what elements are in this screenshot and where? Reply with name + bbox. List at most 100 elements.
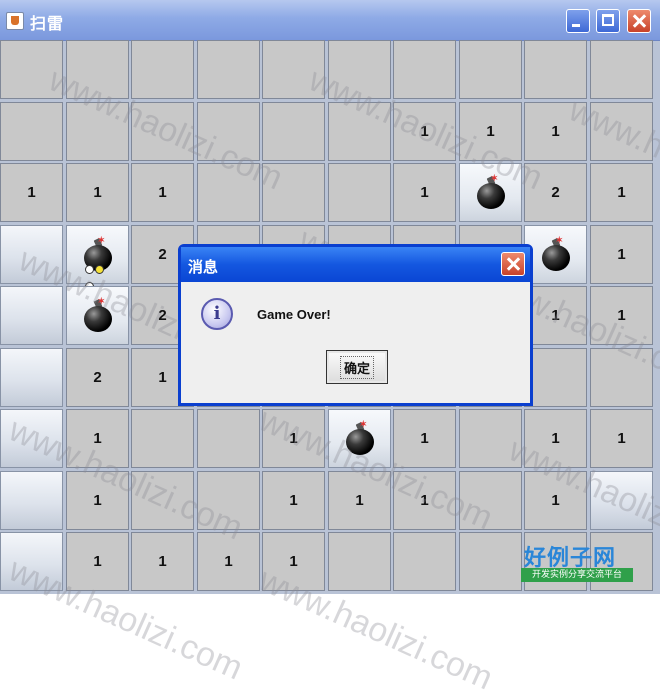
cell-number: 2	[551, 184, 560, 201]
empty-cell[interactable]	[131, 102, 194, 161]
covered-cell[interactable]	[0, 409, 63, 468]
covered-cell[interactable]	[0, 286, 63, 345]
empty-cell[interactable]	[328, 532, 391, 591]
close-button[interactable]	[627, 9, 651, 33]
number-cell[interactable]: 1	[459, 102, 522, 161]
title-bar[interactable]: 扫雷	[0, 0, 660, 41]
empty-cell[interactable]	[459, 409, 522, 468]
minimize-button[interactable]	[566, 9, 590, 33]
covered-cell[interactable]	[0, 471, 63, 530]
window-title: 扫雷	[30, 14, 65, 33]
empty-cell[interactable]	[131, 409, 194, 468]
mine-cell[interactable]: ✶	[459, 163, 522, 222]
cell-number: 1	[486, 123, 495, 140]
empty-cell[interactable]	[459, 471, 522, 530]
empty-cell[interactable]	[0, 40, 63, 99]
number-cell[interactable]: 1	[590, 225, 653, 284]
empty-cell[interactable]	[393, 532, 456, 591]
empty-cell[interactable]	[66, 40, 129, 99]
number-cell[interactable]: 1	[197, 532, 260, 591]
number-cell[interactable]: 1	[66, 471, 129, 530]
number-cell[interactable]: 1	[590, 409, 653, 468]
empty-cell[interactable]	[590, 102, 653, 161]
number-cell[interactable]: 1	[262, 471, 325, 530]
cell-number: 1	[158, 369, 167, 386]
empty-cell[interactable]	[590, 348, 653, 407]
java-app-icon	[6, 12, 24, 30]
dialog-close-button[interactable]	[501, 252, 525, 276]
empty-cell[interactable]	[66, 102, 129, 161]
cell-number: 1	[289, 553, 298, 570]
information-icon: i	[201, 298, 233, 330]
exploded-bomb-icon: ✶	[82, 235, 114, 291]
bomb-icon: ✶	[82, 296, 114, 332]
number-cell[interactable]: 1	[524, 102, 587, 161]
cell-number: 1	[420, 123, 429, 140]
number-cell[interactable]: 2	[524, 163, 587, 222]
empty-cell[interactable]	[524, 348, 587, 407]
empty-cell[interactable]	[197, 163, 260, 222]
empty-cell[interactable]	[0, 102, 63, 161]
exploded-mine-cell[interactable]: ✶	[66, 225, 129, 291]
empty-cell[interactable]	[197, 471, 260, 530]
empty-cell[interactable]	[459, 532, 522, 591]
number-cell[interactable]: 1	[328, 471, 391, 530]
empty-cell[interactable]	[131, 471, 194, 530]
empty-cell[interactable]	[197, 102, 260, 161]
covered-cell[interactable]	[0, 532, 63, 591]
number-cell[interactable]: 1	[393, 163, 456, 222]
cell-number: 1	[551, 123, 560, 140]
empty-cell[interactable]	[262, 40, 325, 99]
cell-number: 1	[420, 492, 429, 509]
cell-number: 1	[355, 492, 364, 509]
number-cell[interactable]: 1	[66, 532, 129, 591]
cell-number: 2	[158, 246, 167, 263]
empty-cell[interactable]	[328, 102, 391, 161]
covered-cell[interactable]	[0, 348, 63, 407]
number-cell[interactable]: 1	[262, 532, 325, 591]
cell-number: 1	[27, 184, 36, 201]
number-cell[interactable]: 1	[524, 471, 587, 530]
number-cell[interactable]: 1	[524, 409, 587, 468]
maximize-button[interactable]	[596, 9, 620, 33]
covered-cell[interactable]	[0, 225, 63, 284]
number-cell[interactable]: 1	[0, 163, 63, 222]
empty-cell[interactable]	[459, 40, 522, 99]
number-cell[interactable]: 1	[66, 163, 129, 222]
cell-number: 1	[551, 492, 560, 509]
number-cell[interactable]: 1	[131, 163, 194, 222]
dialog-title-bar[interactable]: 消息	[181, 247, 530, 282]
number-cell[interactable]: 1	[590, 286, 653, 345]
empty-cell[interactable]	[590, 40, 653, 99]
message-dialog: 消息 i Game Over! 确定	[178, 244, 533, 406]
cell-number: 2	[93, 369, 102, 386]
empty-cell[interactable]	[131, 40, 194, 99]
empty-cell[interactable]	[262, 163, 325, 222]
cell-number: 1	[93, 184, 102, 201]
empty-cell[interactable]	[262, 102, 325, 161]
empty-cell[interactable]	[197, 40, 260, 99]
number-cell[interactable]: 1	[524, 286, 587, 345]
number-cell[interactable]: 1	[393, 471, 456, 530]
mine-cell[interactable]: ✶	[524, 225, 587, 284]
number-cell[interactable]: 1	[131, 532, 194, 591]
number-cell[interactable]: 2	[66, 348, 129, 407]
covered-cell[interactable]	[590, 471, 653, 530]
number-cell[interactable]: 1	[393, 409, 456, 468]
cell-number: 1	[289, 492, 298, 509]
mine-cell[interactable]: ✶	[66, 286, 129, 345]
number-cell[interactable]: 1	[590, 163, 653, 222]
empty-cell[interactable]	[328, 40, 391, 99]
cell-number: 1	[617, 246, 626, 263]
number-cell[interactable]: 1	[393, 102, 456, 161]
empty-cell[interactable]	[524, 40, 587, 99]
number-cell[interactable]: 1	[66, 409, 129, 468]
number-cell[interactable]: 1	[262, 409, 325, 468]
empty-cell[interactable]	[393, 40, 456, 99]
ok-button[interactable]: 确定	[326, 350, 388, 384]
cell-number: 1	[420, 430, 429, 447]
empty-cell[interactable]	[328, 163, 391, 222]
mine-cell[interactable]: ✶	[328, 409, 391, 468]
cell-number: 1	[93, 430, 102, 447]
empty-cell[interactable]	[197, 409, 260, 468]
